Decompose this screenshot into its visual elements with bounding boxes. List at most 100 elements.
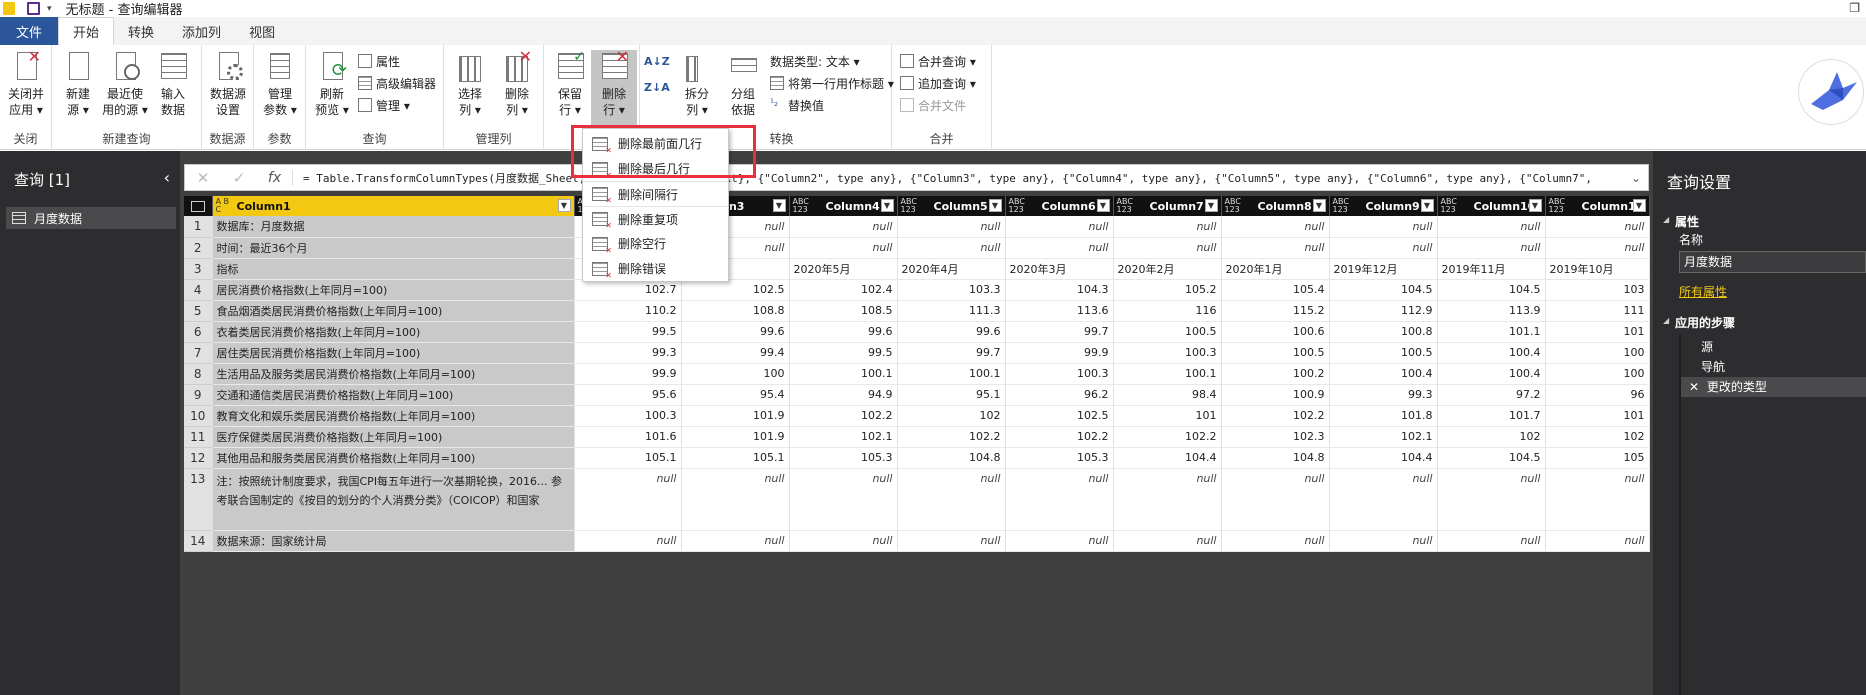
step-source[interactable]: 源 — [1681, 337, 1866, 357]
table-cell[interactable]: null — [574, 468, 682, 531]
table-cell[interactable]: 105.1 — [681, 447, 790, 469]
table-cell[interactable]: null — [681, 530, 790, 552]
combine-files-button[interactable]: 合并文件 — [900, 95, 966, 115]
table-cell[interactable]: 105.1 — [574, 447, 682, 469]
table-cell[interactable]: 104.5 — [1437, 447, 1546, 469]
table-cell[interactable]: 105.2 — [1113, 279, 1222, 301]
table-cell[interactable]: null — [1005, 237, 1114, 259]
row-number[interactable]: 6 — [184, 321, 213, 343]
table-cell[interactable]: 102 — [897, 405, 1006, 427]
column-header[interactable]: ABC 123 Column8 ▼ — [1221, 196, 1330, 216]
table-cell[interactable]: 2020年4月 — [897, 258, 1006, 280]
row-number[interactable]: 7 — [184, 342, 213, 364]
remove-errors-item[interactable]: 删除错误 — [583, 256, 728, 281]
table-cell[interactable]: 101.9 — [681, 426, 790, 448]
table-cell[interactable]: 100.4 — [1437, 342, 1546, 364]
remove-blank-rows-item[interactable]: 删除空行 — [583, 231, 728, 256]
table-cell[interactable]: null — [1005, 530, 1114, 552]
table-cell[interactable]: 104.5 — [1329, 279, 1438, 301]
save-icon[interactable] — [27, 2, 40, 15]
table-cell[interactable]: 95.4 — [681, 384, 790, 406]
table-cell[interactable]: 注：按照统计制度要求，我国CPI每五年进行一次基期轮换，2016... 参考联合… — [212, 468, 575, 531]
table-cell[interactable]: 其他用品和服务类居民消费价格指数(上年同月=100) — [212, 447, 575, 469]
table-cell[interactable]: 100.1 — [1113, 363, 1222, 385]
remove-top-rows-item[interactable]: 删除最前面几行 — [583, 131, 728, 156]
table-cell[interactable]: null — [1113, 530, 1222, 552]
table-cell[interactable]: 111 — [1545, 300, 1650, 322]
table-cell[interactable]: 99.9 — [1005, 342, 1114, 364]
table-cell[interactable]: 102.2 — [1113, 426, 1222, 448]
table-cell[interactable]: null — [789, 468, 898, 531]
group-by-button[interactable]: 分组 依据 — [720, 50, 766, 118]
all-properties-link[interactable]: 所有属性 — [1679, 283, 1727, 300]
manage-query-button[interactable]: 管理 ▾ — [358, 95, 410, 115]
manage-params-button[interactable]: 管理 参数 ▾ — [257, 50, 303, 118]
table-cell[interactable]: 96 — [1545, 384, 1650, 406]
table-cell[interactable]: null — [1545, 216, 1650, 238]
table-cell[interactable]: 指标 — [212, 258, 575, 280]
commit-formula-icon[interactable]: ✓ — [221, 169, 257, 187]
table-cell[interactable]: null — [1005, 216, 1114, 238]
first-row-header-button[interactable]: 将第一行用作标题 ▾ — [770, 73, 894, 93]
remove-rows-button[interactable]: ✕ 删除 行 ▾ — [591, 49, 637, 126]
table-cell[interactable]: 95.1 — [897, 384, 1006, 406]
table-cell[interactable]: 居住类居民消费价格指数(上年同月=100) — [212, 342, 575, 364]
table-cell[interactable]: null — [1221, 237, 1330, 259]
column-type-icon[interactable]: ABC 123 — [793, 198, 809, 214]
column-header[interactable]: A B C Column1 ▼ — [212, 196, 575, 216]
column-type-icon[interactable]: ABC 123 — [1549, 198, 1565, 214]
table-cell[interactable]: null — [1545, 237, 1650, 259]
table-cell[interactable]: 108.5 — [789, 300, 898, 322]
table-cell[interactable]: 105.3 — [1005, 447, 1114, 469]
tab-add-column[interactable]: 添加列 — [168, 17, 235, 45]
table-cell[interactable]: 101 — [1545, 405, 1650, 427]
query-name-input[interactable]: 月度数据 — [1679, 251, 1866, 273]
column-filter-icon[interactable]: ▼ — [988, 199, 1002, 212]
table-cell[interactable]: 105 — [1545, 447, 1650, 469]
advanced-editor-button[interactable]: 高级编辑器 — [358, 73, 436, 93]
table-cell[interactable]: null — [681, 468, 790, 531]
data-type-dropdown[interactable]: 数据类型: 文本 ▾ — [770, 51, 860, 71]
delete-step-icon[interactable]: ✕ — [1689, 380, 1699, 394]
table-cell[interactable]: 100 — [1545, 363, 1650, 385]
table-cell[interactable]: 96.2 — [1005, 384, 1114, 406]
column-filter-icon[interactable]: ▼ — [772, 199, 786, 212]
table-cell[interactable]: 101.1 — [1437, 321, 1546, 343]
table-cell[interactable]: null — [897, 216, 1006, 238]
column-header[interactable]: ABC 123 Column9 ▼ — [1329, 196, 1438, 216]
table-cell[interactable]: 100.1 — [789, 363, 898, 385]
table-cell[interactable]: 102.7 — [574, 279, 682, 301]
fx-icon[interactable]: fx — [257, 169, 293, 186]
table-cell[interactable]: 2019年11月 — [1437, 258, 1546, 280]
table-cell[interactable]: 100.3 — [574, 405, 682, 427]
cancel-formula-icon[interactable]: ✕ — [185, 169, 221, 187]
table-cell[interactable]: 99.4 — [681, 342, 790, 364]
table-cell[interactable]: 99.6 — [897, 321, 1006, 343]
row-number[interactable]: 12 — [184, 447, 213, 469]
table-cell[interactable]: 101.8 — [1329, 405, 1438, 427]
table-cell[interactable]: 2020年3月 — [1005, 258, 1114, 280]
table-cell[interactable]: 100.5 — [1113, 321, 1222, 343]
close-apply-button[interactable]: ✕ 关闭并 应用 ▾ — [3, 49, 49, 118]
table-cell[interactable]: 101.7 — [1437, 405, 1546, 427]
table-cell[interactable]: 102.4 — [789, 279, 898, 301]
table-cell[interactable]: 2020年2月 — [1113, 258, 1222, 280]
column-filter-icon[interactable]: ▼ — [1096, 199, 1110, 212]
table-cell[interactable]: 100.1 — [897, 363, 1006, 385]
tab-view[interactable]: 视图 — [235, 17, 289, 45]
column-filter-icon[interactable]: ▼ — [880, 199, 894, 212]
row-number[interactable]: 8 — [184, 363, 213, 385]
table-cell[interactable]: 2020年5月 — [789, 258, 898, 280]
table-cell[interactable]: 2019年12月 — [1329, 258, 1438, 280]
step-changed-type[interactable]: ✕ 更改的类型 — [1681, 377, 1866, 397]
table-cell[interactable]: 食品烟酒类居民消费价格指数(上年同月=100) — [212, 300, 575, 322]
row-number[interactable]: 1 — [184, 216, 213, 238]
table-cell[interactable]: 99.3 — [574, 342, 682, 364]
table-cell[interactable]: 104.3 — [1005, 279, 1114, 301]
column-type-icon[interactable]: ABC 123 — [1009, 198, 1025, 214]
row-number[interactable]: 4 — [184, 279, 213, 301]
table-cell[interactable]: 102.1 — [789, 426, 898, 448]
table-cell[interactable]: null — [1329, 216, 1438, 238]
table-cell[interactable]: 102 — [1437, 426, 1546, 448]
table-cell[interactable]: 94.9 — [789, 384, 898, 406]
